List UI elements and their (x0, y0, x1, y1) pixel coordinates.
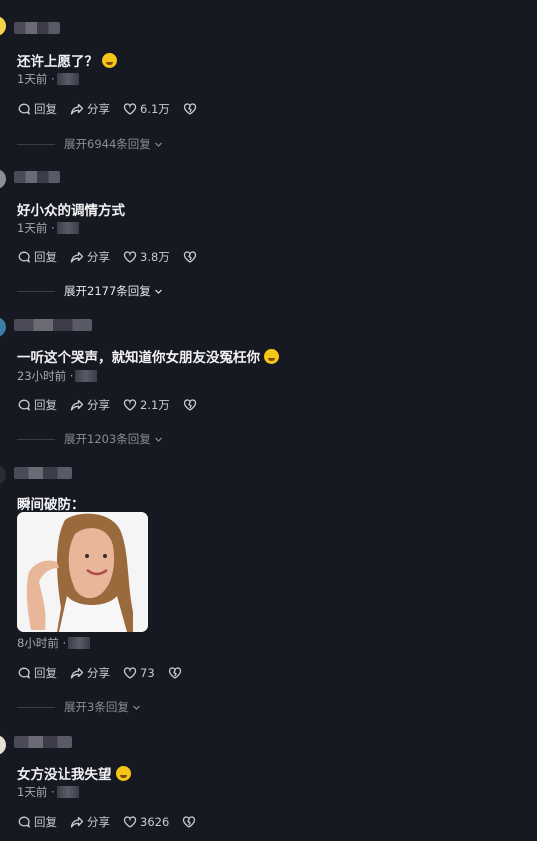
reply-button[interactable]: 回复 (17, 101, 57, 117)
divider-line (17, 290, 55, 292)
share-icon (70, 816, 84, 828)
chevron-down-icon (154, 289, 162, 294)
broken-heart-icon (183, 816, 196, 828)
username-blurred[interactable] (14, 22, 60, 34)
like-button[interactable]: 3.8万 (123, 249, 170, 265)
reply-icon (18, 816, 31, 828)
location-blurred (56, 786, 79, 798)
woman-photo-icon (17, 512, 148, 632)
heart-icon (123, 251, 137, 263)
comment-image[interactable] (17, 512, 148, 632)
expand-replies-button[interactable]: 展开2177条回复 (17, 284, 164, 298)
share-icon (70, 103, 84, 115)
username-blurred[interactable] (14, 319, 92, 331)
reply-button[interactable]: 回复 (17, 249, 57, 265)
comment-time: 23小时前 · (17, 368, 98, 384)
divider-line (17, 706, 55, 708)
location-blurred (56, 73, 79, 85)
share-icon (70, 251, 84, 263)
chevron-down-icon (154, 142, 162, 147)
reply-button[interactable]: 回复 (17, 665, 57, 681)
share-icon (70, 399, 84, 411)
like-button[interactable]: 73 (123, 666, 155, 680)
share-button[interactable]: 分享 (70, 397, 110, 413)
reply-button[interactable]: 回复 (17, 397, 57, 413)
like-button[interactable]: 6.1万 (123, 101, 170, 117)
share-button[interactable]: 分享 (70, 665, 110, 681)
comment-text: 女方没让我失望 (17, 763, 131, 783)
expand-replies-button[interactable]: 展开3条回复 (17, 700, 142, 714)
chevron-down-icon (154, 437, 162, 442)
share-button[interactable]: 分享 (70, 101, 110, 117)
avatar[interactable] (0, 465, 6, 485)
reply-icon (18, 399, 31, 411)
comment-text: 好小众的调情方式 (17, 203, 125, 219)
heart-icon (123, 399, 137, 411)
expand-replies-button[interactable]: 展开6944条回复 (17, 137, 164, 151)
avatar[interactable] (0, 735, 6, 755)
dislike-button[interactable] (168, 666, 182, 680)
share-button[interactable]: 分享 (70, 249, 110, 265)
broken-heart-icon (183, 251, 196, 263)
comment-time: 1天前 · (17, 220, 79, 236)
broken-heart-icon (168, 667, 181, 679)
avatar[interactable] (0, 169, 6, 189)
share-button[interactable]: 分享 (70, 814, 110, 830)
location-blurred (56, 222, 79, 234)
username-blurred[interactable] (14, 467, 72, 479)
username-blurred[interactable] (14, 736, 72, 748)
heart-icon (123, 816, 137, 828)
avatar[interactable] (0, 16, 6, 36)
location-blurred (75, 370, 98, 382)
emoji-icon (102, 53, 117, 68)
heart-icon (123, 103, 137, 115)
comment-text: 还许上愿了？ (17, 50, 117, 70)
dislike-button[interactable] (183, 398, 197, 412)
dislike-button[interactable] (182, 815, 196, 829)
chevron-down-icon (132, 705, 140, 710)
comment-time: 1天前 · (17, 71, 79, 87)
dislike-button[interactable] (183, 102, 197, 116)
expand-replies-button[interactable]: 展开1203条回复 (17, 432, 164, 446)
comment-text: 瞬间破防： (17, 497, 85, 513)
emoji-icon (264, 349, 279, 364)
divider-line (17, 143, 55, 145)
emoji-icon (115, 766, 131, 781)
comment-text: 一听这个哭声，就知道你女朋友没冤枉你 (17, 346, 279, 366)
username-blurred[interactable] (14, 171, 60, 183)
broken-heart-icon (183, 103, 196, 115)
comment-actions: 回复 分享 6.1万 (17, 101, 210, 117)
comment-actions: 回复 分享 3626 (17, 814, 209, 830)
comment-actions: 回复 分享 73 (17, 665, 195, 681)
avatar[interactable] (0, 317, 6, 337)
comment-actions: 回复 分享 3.8万 (17, 249, 210, 265)
reply-icon (18, 251, 31, 263)
reply-icon (18, 667, 31, 679)
reply-icon (18, 103, 31, 115)
like-button[interactable]: 3626 (123, 815, 169, 829)
dislike-button[interactable] (183, 250, 197, 264)
heart-icon (123, 667, 137, 679)
broken-heart-icon (183, 399, 196, 411)
comment-actions: 回复 分享 2.1万 (17, 397, 210, 413)
share-icon (70, 667, 84, 679)
divider-line (17, 438, 55, 440)
comment-time: 8小时前 · (17, 635, 91, 651)
like-button[interactable]: 2.1万 (123, 397, 170, 413)
comment-time: 1天前 · (17, 784, 79, 800)
reply-button[interactable]: 回复 (17, 814, 57, 830)
location-blurred (68, 637, 91, 649)
